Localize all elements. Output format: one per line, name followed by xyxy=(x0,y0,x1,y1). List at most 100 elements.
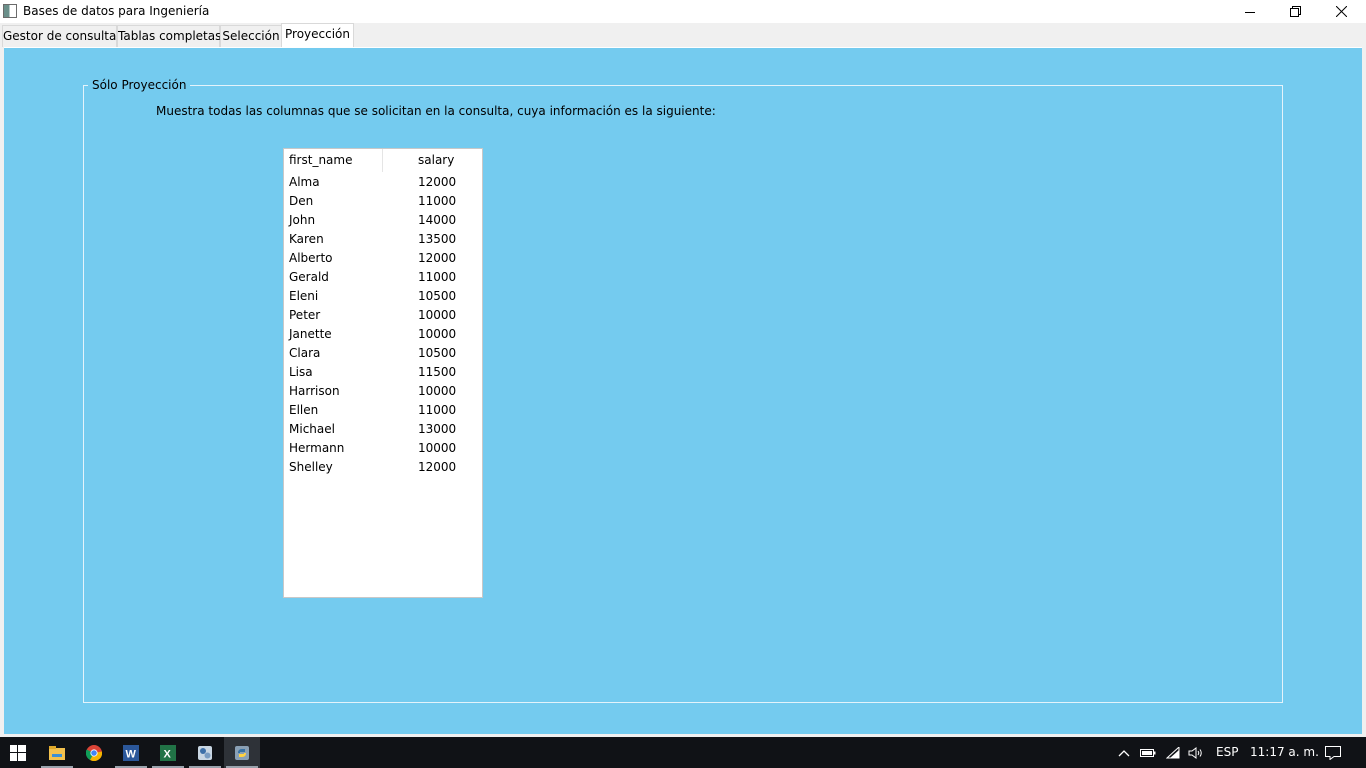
cell-first-name: Karen xyxy=(289,232,324,246)
battery-button[interactable] xyxy=(1137,737,1159,768)
cell-salary: 13000 xyxy=(418,422,457,436)
column-divider[interactable] xyxy=(382,149,383,172)
svg-text:W: W xyxy=(126,748,137,760)
cell-salary: 10000 xyxy=(418,308,457,322)
tab-label: Gestor de consultas xyxy=(3,29,123,43)
column-header-first-name[interactable]: first_name xyxy=(289,153,352,167)
results-list-view[interactable]: first_name salary Alma 12000 Den 11000 John 1… xyxy=(283,148,483,598)
cell-salary: 12000 xyxy=(418,460,457,474)
tab-label: Selección xyxy=(222,29,280,43)
table-row[interactable]: Eleni 10500 xyxy=(284,287,482,306)
cell-salary: 11000 xyxy=(418,403,457,417)
window-title: Bases de datos para Ingeniería xyxy=(23,4,210,18)
table-row[interactable]: Shelley 12000 xyxy=(284,458,482,477)
table-row[interactable]: Peter 10000 xyxy=(284,306,482,325)
restore-icon xyxy=(1289,6,1301,17)
cell-salary: 14000 xyxy=(418,213,457,227)
table-row[interactable]: Karen 13500 xyxy=(284,230,482,249)
taskbar: W X ESP 11:17 a. m. xyxy=(0,737,1366,768)
table-row[interactable]: Michael 13000 xyxy=(284,420,482,439)
cell-first-name: Gerald xyxy=(289,270,329,284)
tab-strip: Gestor de consultas Tablas completas Sel… xyxy=(0,23,1366,47)
column-header-salary[interactable]: salary xyxy=(418,153,454,167)
table-row[interactable]: John 14000 xyxy=(284,211,482,230)
taskbar-python[interactable] xyxy=(224,737,260,768)
clock[interactable]: 11:17 a. m. xyxy=(1250,745,1319,759)
network-button[interactable] xyxy=(1162,737,1184,768)
restore-button[interactable] xyxy=(1272,0,1318,23)
table-row[interactable]: Gerald 11000 xyxy=(284,268,482,287)
cell-first-name: Ellen xyxy=(289,403,319,417)
cell-salary: 10000 xyxy=(418,327,457,341)
windows-start-icon xyxy=(10,744,26,761)
app-icon xyxy=(198,745,212,760)
taskbar-app[interactable] xyxy=(187,737,223,768)
cell-salary: 10000 xyxy=(418,441,457,455)
table-row[interactable]: Ellen 11000 xyxy=(284,401,482,420)
cell-salary: 11000 xyxy=(418,270,457,284)
svg-text:X: X xyxy=(164,748,172,760)
cell-first-name: Peter xyxy=(289,308,321,322)
cell-first-name: John xyxy=(289,213,316,227)
minimize-icon xyxy=(1245,11,1255,13)
cell-first-name: Janette xyxy=(289,327,332,341)
cell-first-name: Hermann xyxy=(289,441,345,455)
table-row[interactable]: Janette 10000 xyxy=(284,325,482,344)
cell-salary: 10000 xyxy=(418,384,457,398)
tab-seleccion[interactable]: Selección xyxy=(220,25,282,47)
chevron-up-icon xyxy=(1118,749,1130,756)
group-title: Sólo Proyección xyxy=(88,78,191,92)
show-hidden-icons-button[interactable] xyxy=(1114,737,1134,768)
tab-tablas-completas[interactable]: Tablas completas xyxy=(117,25,222,47)
taskbar-chrome[interactable] xyxy=(76,737,112,768)
cell-first-name: Den xyxy=(289,194,314,208)
table-row[interactable]: Alberto 12000 xyxy=(284,249,482,268)
taskbar-word[interactable]: W xyxy=(113,737,149,768)
cell-salary: 11500 xyxy=(418,365,457,379)
start-button[interactable] xyxy=(0,737,36,768)
table-row[interactable]: Clara 10500 xyxy=(284,344,482,363)
input-language[interactable]: ESP xyxy=(1216,745,1238,759)
volume-button[interactable] xyxy=(1185,737,1207,768)
table-row[interactable]: Alma 12000 xyxy=(284,173,482,192)
cell-first-name: Lisa xyxy=(289,365,313,379)
chrome-icon xyxy=(86,744,102,761)
cell-first-name: Clara xyxy=(289,346,321,360)
battery-icon xyxy=(1140,748,1156,757)
table-row[interactable]: Harrison 10000 xyxy=(284,382,482,401)
tab-gestor-de-consultas[interactable]: Gestor de consultas xyxy=(2,25,123,47)
cell-first-name: Alberto xyxy=(289,251,333,265)
cell-salary: 10500 xyxy=(418,346,457,360)
group-box: Sólo Proyección Muestra todas las column… xyxy=(83,78,1283,703)
application-icon xyxy=(3,4,17,18)
description-label: Muestra todas las columnas que se solici… xyxy=(156,104,716,118)
close-button[interactable] xyxy=(1318,0,1364,23)
list-header: first_name salary xyxy=(284,149,482,173)
wifi-icon xyxy=(1166,746,1180,758)
cell-first-name: Michael xyxy=(289,422,335,436)
word-icon: W xyxy=(123,744,139,761)
cell-salary: 10500 xyxy=(418,289,457,303)
cell-salary: 13500 xyxy=(418,232,457,246)
minimize-button[interactable] xyxy=(1227,0,1273,23)
cell-first-name: Shelley xyxy=(289,460,333,474)
cell-first-name: Eleni xyxy=(289,289,319,303)
taskbar-file-explorer[interactable] xyxy=(39,737,75,768)
close-icon xyxy=(1335,6,1347,17)
tab-label: Tablas completas xyxy=(118,29,222,43)
cell-salary: 11000 xyxy=(418,194,457,208)
table-row[interactable]: Den 11000 xyxy=(284,192,482,211)
file-explorer-icon xyxy=(49,745,65,760)
cell-first-name: Harrison xyxy=(289,384,340,398)
python-icon xyxy=(235,745,249,760)
title-bar: Bases de datos para Ingeniería xyxy=(0,0,1366,23)
tab-panel-proyeccion: Sólo Proyección Muestra todas las column… xyxy=(4,47,1362,734)
table-row[interactable]: Hermann 10000 xyxy=(284,439,482,458)
cell-first-name: Alma xyxy=(289,175,320,189)
tab-proyeccion[interactable]: Proyección xyxy=(281,23,354,47)
action-center-button[interactable] xyxy=(1320,737,1346,768)
taskbar-excel[interactable]: X xyxy=(150,737,186,768)
cell-salary: 12000 xyxy=(418,175,457,189)
table-row[interactable]: Lisa 11500 xyxy=(284,363,482,382)
tab-label: Proyección xyxy=(285,27,350,41)
